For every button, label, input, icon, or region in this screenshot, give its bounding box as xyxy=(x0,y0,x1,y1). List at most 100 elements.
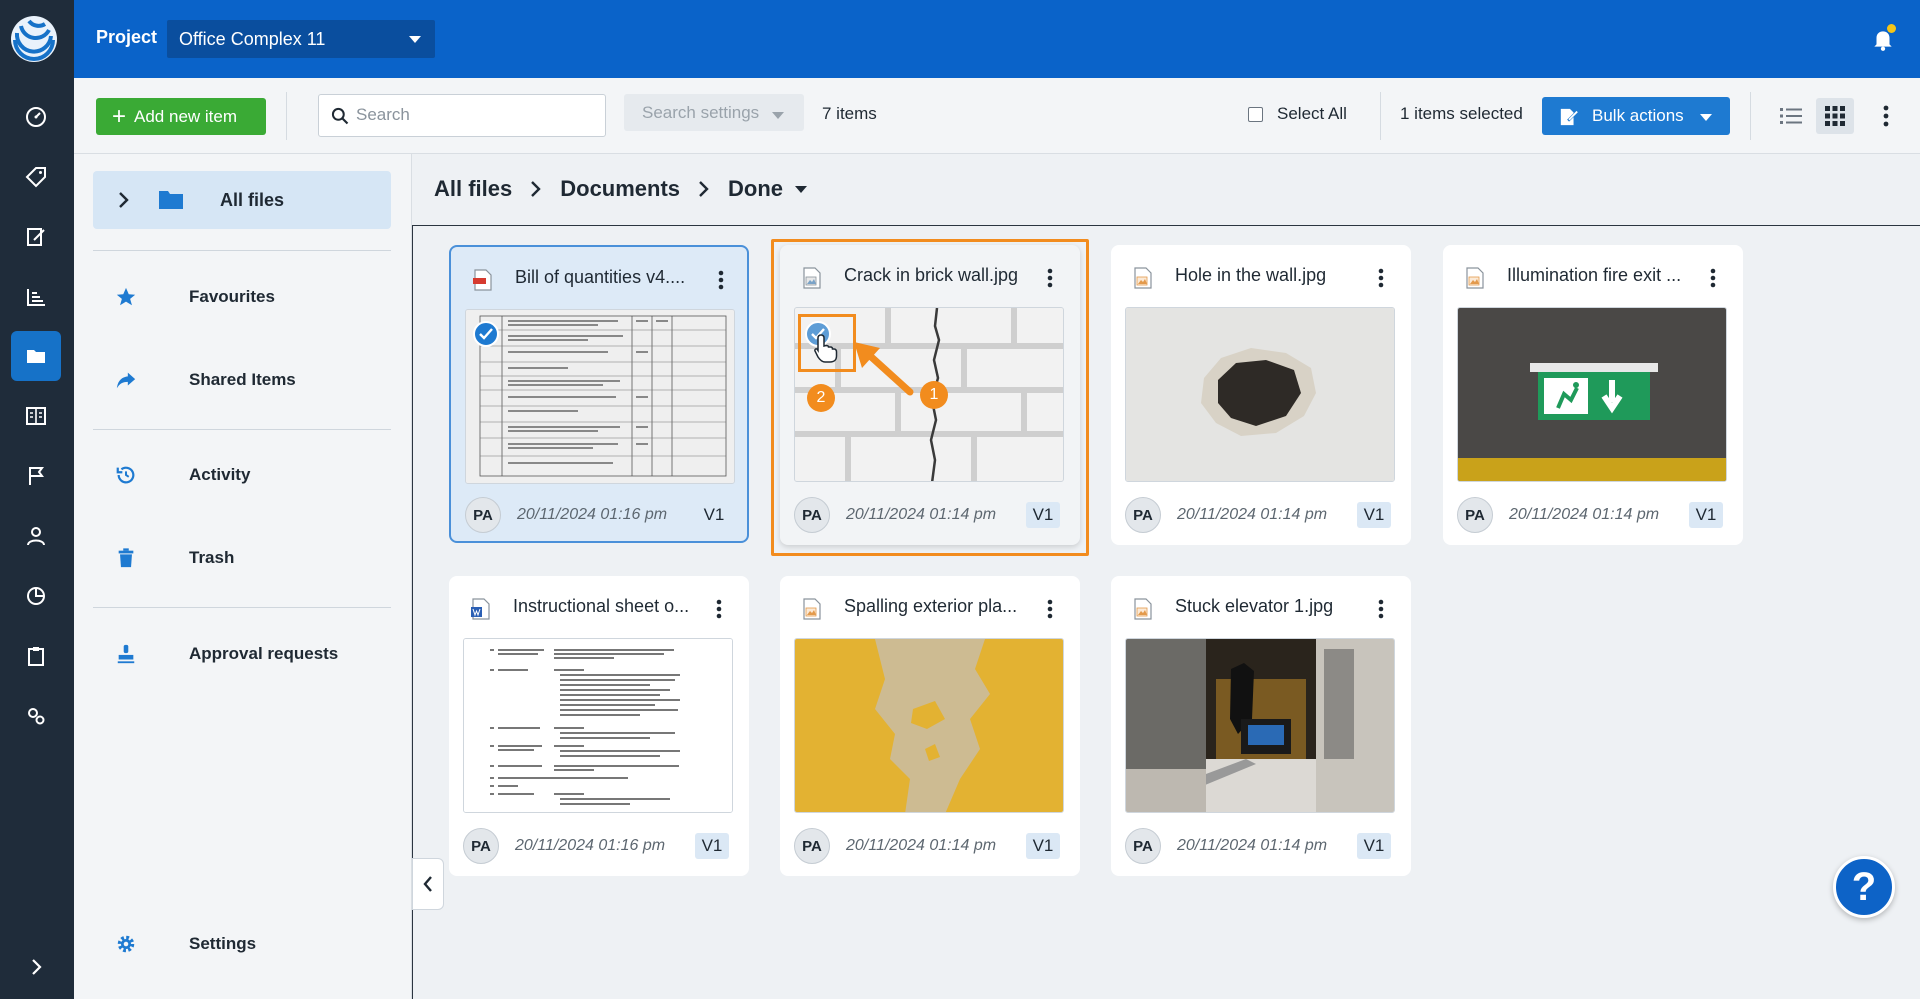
stamp-icon xyxy=(117,644,135,664)
file-more-button[interactable] xyxy=(711,596,727,622)
file-name[interactable]: Bill of quantities v4.... xyxy=(515,267,705,288)
file-date: 20/11/2024 01:14 pm xyxy=(1177,837,1328,854)
files-folder-icon[interactable] xyxy=(11,331,61,381)
chevron-right-icon[interactable] xyxy=(117,191,131,209)
more-vertical-icon xyxy=(1710,268,1716,288)
sidebar-item-approval-requests[interactable]: Approval requests xyxy=(93,634,391,674)
list-view-button[interactable] xyxy=(1774,100,1808,132)
file-more-button[interactable] xyxy=(1705,265,1721,291)
file-thumbnail[interactable] xyxy=(1125,638,1395,813)
more-vertical-icon xyxy=(718,270,724,290)
bulk-actions-label: Bulk actions xyxy=(1592,106,1684,125)
pie-chart-icon[interactable] xyxy=(11,571,61,621)
sidebar-item-trash[interactable]: Trash xyxy=(93,538,391,578)
annotation-step-1: 1 xyxy=(920,381,948,409)
image-file-icon xyxy=(1466,267,1484,289)
search-settings-label: Search settings xyxy=(642,103,760,122)
chevron-down-icon xyxy=(772,112,784,119)
share-icon xyxy=(116,372,136,389)
more-vertical-icon xyxy=(716,599,722,619)
notification-dot xyxy=(1887,24,1896,33)
user-icon[interactable] xyxy=(11,511,61,561)
search-icon xyxy=(331,107,349,125)
flag-icon[interactable] xyxy=(11,451,61,501)
sidebar-item-label: Shared Items xyxy=(189,370,296,389)
version-badge[interactable]: V1 xyxy=(697,502,731,528)
add-new-item-button[interactable]: + Add new item xyxy=(96,98,266,135)
gantt-chart-icon[interactable] xyxy=(11,272,61,322)
breadcrumb-all-files[interactable]: All files xyxy=(434,176,512,202)
tag-icon[interactable] xyxy=(11,152,61,202)
project-select[interactable]: Office Complex 11 xyxy=(167,20,435,58)
chevron-down-icon xyxy=(409,36,421,43)
file-name[interactable]: Spalling exterior pla... xyxy=(844,596,1034,617)
avatar: PA xyxy=(1125,828,1161,864)
search-input[interactable] xyxy=(356,105,586,125)
image-file-icon xyxy=(1134,598,1152,620)
file-card[interactable]: Instructional sheet o... PA 20/11/2024 0… xyxy=(449,576,749,876)
file-thumbnail[interactable] xyxy=(1125,307,1395,482)
file-more-button[interactable] xyxy=(713,267,729,293)
folder-icon xyxy=(159,191,183,209)
version-badge[interactable]: V1 xyxy=(1689,502,1723,528)
search-settings-button[interactable]: Search settings xyxy=(624,94,804,131)
plans-book-icon[interactable] xyxy=(11,391,61,441)
expand-rail-icon[interactable] xyxy=(11,942,61,992)
clipboard-icon[interactable] xyxy=(11,631,61,681)
collapse-sidebar-button[interactable] xyxy=(412,858,444,910)
sidebar-item-favourites[interactable]: Favourites xyxy=(93,277,391,317)
file-card[interactable]: Spalling exterior pla... PA 20/11/2024 0… xyxy=(780,576,1080,876)
cursor-hand-icon xyxy=(814,334,838,363)
sidebar-item-settings[interactable]: Settings xyxy=(93,924,391,964)
pdf-file-icon xyxy=(473,269,492,291)
grid-view-button[interactable] xyxy=(1816,98,1854,134)
file-thumbnail[interactable] xyxy=(1457,307,1727,482)
file-card[interactable]: Illumination fire exit ... PA 20/11/2024… xyxy=(1443,245,1743,545)
select-all-checkbox[interactable]: Select All xyxy=(1248,104,1347,124)
search-box[interactable] xyxy=(318,94,606,137)
file-card[interactable]: Stuck elevator 1.jpg PA 20/11/2024 01:14… xyxy=(1111,576,1411,876)
file-more-button[interactable] xyxy=(1373,265,1389,291)
file-thumbnail[interactable] xyxy=(465,309,735,484)
file-thumbnail[interactable] xyxy=(463,638,733,813)
sidebar-item-label: Trash xyxy=(189,548,235,567)
version-badge[interactable]: V1 xyxy=(1357,502,1391,528)
sidebar-item-shared-items[interactable]: Shared Items xyxy=(93,360,391,400)
file-card[interactable]: Hole in the wall.jpg PA 20/11/2024 01:14… xyxy=(1111,245,1411,545)
breadcrumb-done[interactable]: Done xyxy=(728,176,783,202)
version-badge[interactable]: V1 xyxy=(1026,833,1060,859)
dashboard-icon[interactable] xyxy=(11,92,61,142)
breadcrumb-documents[interactable]: Documents xyxy=(560,176,680,202)
selected-checkmark-icon[interactable] xyxy=(473,321,499,347)
toolbar: + Add new item Search settings 7 items S… xyxy=(74,78,1920,154)
bulk-actions-button[interactable]: Bulk actions xyxy=(1542,97,1730,135)
file-name[interactable]: Stuck elevator 1.jpg xyxy=(1175,596,1365,617)
toolbar-divider xyxy=(286,92,287,140)
sidebar-item-all-files[interactable]: All files xyxy=(93,171,391,229)
help-button[interactable]: ? xyxy=(1833,856,1895,918)
star-icon xyxy=(116,287,136,306)
more-options-button[interactable] xyxy=(1874,100,1898,132)
sidebar-divider xyxy=(93,250,391,251)
file-card[interactable]: Bill of quantities v4.... PA 20/11/2024 … xyxy=(449,245,749,543)
file-thumbnail[interactable] xyxy=(794,638,1064,813)
file-date: 20/11/2024 01:16 pm xyxy=(515,837,666,854)
form-edit-icon[interactable] xyxy=(11,212,61,262)
version-badge[interactable]: V1 xyxy=(695,833,729,859)
avatar: PA xyxy=(1457,497,1493,533)
checkbox-icon[interactable] xyxy=(1248,106,1263,122)
edit-document-icon xyxy=(1560,108,1580,126)
file-more-button[interactable] xyxy=(1373,596,1389,622)
chevron-down-icon xyxy=(1700,114,1712,121)
word-file-icon xyxy=(471,598,490,620)
admin-gears-icon[interactable] xyxy=(11,691,61,741)
file-name[interactable]: Hole in the wall.jpg xyxy=(1175,265,1365,286)
chevron-down-icon[interactable] xyxy=(795,185,808,193)
sidebar-item-activity[interactable]: Activity xyxy=(93,455,391,495)
file-more-button[interactable] xyxy=(1042,596,1058,622)
file-name[interactable]: Instructional sheet o... xyxy=(513,596,703,617)
file-name[interactable]: Illumination fire exit ... xyxy=(1507,265,1697,286)
version-badge[interactable]: V1 xyxy=(1357,833,1391,859)
file-date: 20/11/2024 01:14 pm xyxy=(1509,506,1660,523)
app-logo[interactable] xyxy=(11,16,57,62)
